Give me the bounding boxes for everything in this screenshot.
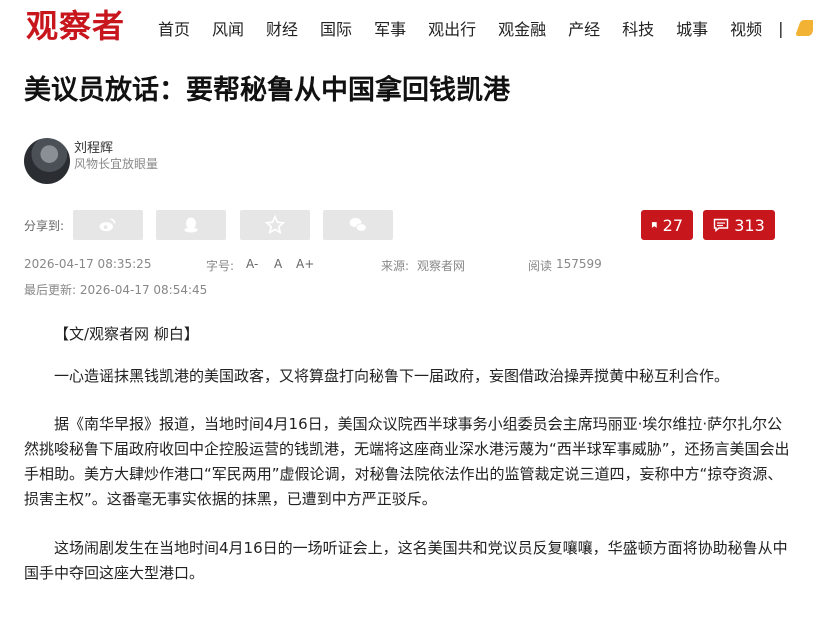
nav-industry[interactable]: 产经 (568, 16, 600, 40)
author-description: 风物长宜放眼量 (74, 157, 159, 171)
source-name: 观察者网 (417, 259, 466, 273)
share-wechat-button[interactable] (323, 210, 393, 240)
font-size-normal[interactable]: A (274, 257, 282, 271)
nav-military[interactable]: 军事 (374, 16, 406, 40)
article-title: 美议员放话：要帮秘鲁从中国拿回钱凯港 (24, 75, 510, 106)
bookmark-button[interactable]: 27 (641, 210, 693, 240)
vip-icon[interactable] (794, 20, 813, 36)
share-qq-button[interactable] (156, 210, 226, 240)
site-logo[interactable]: 观察者 (26, 6, 125, 46)
source-label: 来源: (381, 259, 410, 273)
views-label: 阅读 (528, 259, 553, 273)
author-avatar[interactable] (24, 138, 70, 184)
comment-button[interactable]: 313 (703, 210, 775, 240)
comment-icon (714, 218, 729, 232)
qq-icon (184, 217, 198, 233)
nav-video[interactable]: 视频 (730, 16, 762, 40)
nav-home[interactable]: 首页 (158, 16, 190, 40)
bookmark-icon (651, 222, 657, 228)
font-size-increase[interactable]: A+ (296, 257, 314, 271)
share-favorite-button[interactable] (240, 210, 310, 240)
nav-separator: | (778, 18, 784, 38)
font-size-decrease[interactable]: A- (246, 257, 258, 271)
views-count: 157599 (556, 257, 602, 271)
wechat-icon (349, 217, 367, 232)
publish-time: 2026-04-17 08:35:25 (24, 257, 152, 271)
nav-fengwen[interactable]: 风闻 (212, 16, 244, 40)
share-label: 分享到: (24, 219, 65, 233)
comment-count: 313 (734, 215, 765, 235)
share-weibo-button[interactable] (73, 210, 143, 240)
nav-finance[interactable]: 财经 (266, 16, 298, 40)
nav-mobility[interactable]: 观出行 (428, 16, 476, 40)
last-updated: 最后更新: 2026-04-17 08:54:45 (24, 283, 208, 297)
main-nav: 首页 风闻 财经 国际 军事 观出行 观金融 产经 科技 城事 视频 | (158, 14, 813, 42)
article-paragraph: 一心造谣抹黑钱凯港的美国政客，又将算盘打向秘鲁下一届政府，妄图借政治操弄搅黄中秘… (54, 367, 730, 385)
bookmark-count: 27 (662, 215, 683, 235)
nav-tech[interactable]: 科技 (622, 16, 654, 40)
font-size-label: 字号: (206, 259, 235, 273)
article-byline: 【文/观察者网 柳白】 (54, 325, 199, 343)
article-body: 【文/观察者网 柳白】 一心造谣抹黑钱凯港的美国政客，又将算盘打向秘鲁下一届政府… (24, 322, 796, 586)
nav-international[interactable]: 国际 (320, 16, 352, 40)
star-icon (265, 215, 285, 235)
nav-guan-finance[interactable]: 观金融 (498, 16, 546, 40)
article-paragraph: 据《南华早报》报道，当地时间4月16日，美国众议院西半球事务小组委员会主席玛丽亚… (24, 415, 790, 508)
author-name[interactable]: 刘程辉 (74, 137, 113, 156)
weibo-icon (99, 218, 116, 232)
article-paragraph: 这场闹剧发生在当地时间4月16日的一场听证会上，这名美国共和党议员反复嚷嚷，华盛… (24, 539, 788, 582)
nav-city[interactable]: 城事 (676, 16, 708, 40)
